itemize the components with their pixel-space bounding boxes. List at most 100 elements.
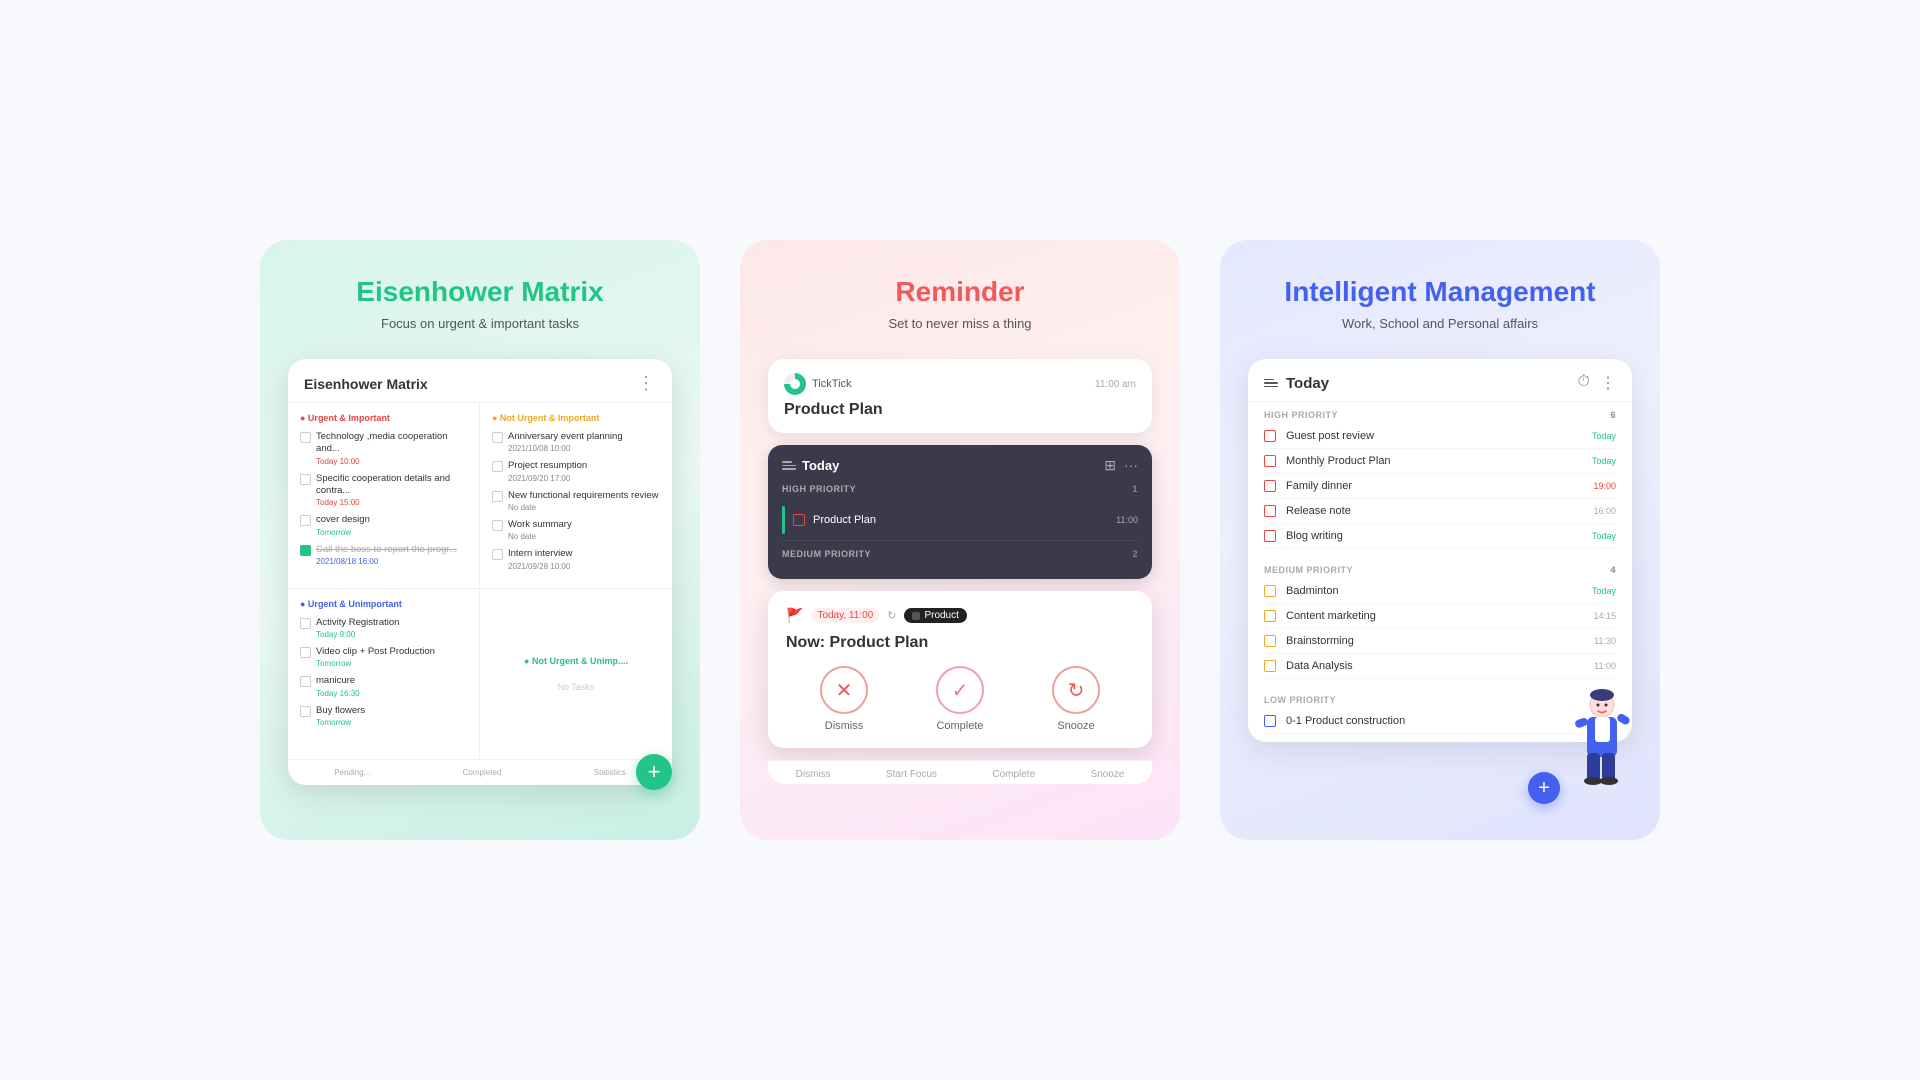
em-task-8: Work summary No date	[492, 519, 660, 541]
q3-label: ● Urgent & Unimportant	[300, 599, 467, 609]
task-date: Tomorrow	[316, 528, 467, 537]
quadrant-not-urgent-important: ● Not Urgent & Important Anniversary eve…	[480, 403, 672, 589]
task-date: No date	[508, 503, 660, 512]
im-task-monthly-product[interactable]: Monthly Product Plan Today	[1264, 449, 1616, 474]
main-container: Eisenhower Matrix Focus on urgent & impo…	[220, 200, 1700, 880]
clock-icon[interactable]: ⏱	[1578, 373, 1590, 393]
task-date: Tomorrow	[316, 659, 467, 668]
task-checkbox[interactable]	[300, 706, 311, 717]
high-priority-section: HIGH PRIORITY 6 Guest post review Today …	[1248, 402, 1632, 557]
task-name: Badminton	[1286, 585, 1582, 597]
task-checkbox[interactable]	[300, 432, 311, 443]
bottom-pending[interactable]: Pending...	[334, 768, 370, 777]
bottom-start-focus[interactable]: Start Focus	[886, 769, 937, 780]
hamburger-icon[interactable]	[782, 461, 796, 470]
task-checkbox[interactable]	[300, 647, 311, 658]
task-checkbox[interactable]	[492, 491, 503, 502]
more-icon[interactable]: ⋮	[1600, 373, 1616, 393]
reminder-stack: TickTick 11:00 am Product Plan Today	[768, 359, 1152, 784]
em-task-9: Intern interview 2021/09/28 10:00	[492, 548, 660, 570]
high-label: HIGH PRIORITY	[1264, 410, 1338, 420]
task-checkbox[interactable]	[300, 676, 311, 687]
card1-title: Eisenhower Matrix	[356, 276, 603, 308]
grid-icon[interactable]: ⊞	[1104, 457, 1116, 474]
complete-action[interactable]: ✓ Complete	[936, 666, 984, 732]
task-checkbox[interactable]	[492, 520, 503, 531]
bottom-actions-bar: Dismiss Start Focus Complete Snooze	[768, 760, 1152, 784]
dismiss-action[interactable]: ✕ Dismiss	[820, 666, 868, 732]
task-checkbox[interactable]	[1264, 660, 1276, 672]
card1-subtitle: Focus on urgent & important tasks	[381, 316, 579, 331]
task-checkbox[interactable]	[1264, 585, 1276, 597]
em-grid: ● Urgent & Important Technology ,media c…	[288, 403, 672, 759]
product-dot	[912, 612, 920, 620]
more-icon[interactable]: ···	[1124, 457, 1138, 474]
task-checkbox[interactable]	[1264, 635, 1276, 647]
em-task-5: Anniversary event planning 2021/10/08 10…	[492, 431, 660, 453]
task-name: Specific cooperation details and contra.…	[316, 473, 467, 498]
high-count: 6	[1610, 410, 1616, 420]
task-checkbox[interactable]	[300, 618, 311, 629]
task-checkbox[interactable]	[1264, 505, 1276, 517]
im-task-guest-post[interactable]: Guest post review Today	[1264, 424, 1616, 449]
low-label: LOW PRIORITY	[1264, 695, 1336, 705]
task-name: Anniversary event planning	[508, 431, 660, 443]
notif-app: TickTick	[784, 373, 852, 395]
snooze-label: Snooze	[1057, 720, 1094, 732]
im-task-badminton[interactable]: Badminton Today	[1264, 579, 1616, 604]
bottom-complete[interactable]: Complete	[992, 769, 1035, 780]
medium-count: 4	[1610, 565, 1616, 575]
task-product-plan[interactable]: Product Plan 11:00	[782, 500, 1138, 541]
hamburger-icon[interactable]	[1264, 379, 1278, 388]
task-checkbox[interactable]	[492, 549, 503, 560]
im-task-content-marketing[interactable]: Content marketing 14:15	[1264, 604, 1616, 629]
complete-circle[interactable]: ✓	[936, 666, 984, 714]
task-time-dark: 11:00	[1116, 515, 1138, 525]
task-name-dark: Product Plan	[813, 514, 1108, 526]
bottom-snooze[interactable]: Snooze	[1090, 769, 1124, 780]
em-task-10: Activity Registration Today 9:00	[300, 617, 467, 639]
im-task-family-dinner[interactable]: Family dinner 19:00	[1264, 474, 1616, 499]
task-checkbox[interactable]	[300, 545, 311, 556]
im-task-release-note[interactable]: Release note 16:00	[1264, 499, 1616, 524]
task-checkbox[interactable]	[492, 432, 503, 443]
task-checkbox[interactable]	[1264, 715, 1276, 727]
task-checkbox[interactable]	[1264, 455, 1276, 467]
dismiss-circle[interactable]: ✕	[820, 666, 868, 714]
more-icon[interactable]: ⋮	[637, 373, 656, 394]
high-priority-section: HIGH PRIORITY 1 Product Plan 11:00	[782, 484, 1138, 541]
task-checkbox[interactable]	[1264, 610, 1276, 622]
task-checkbox[interactable]	[492, 461, 503, 472]
bottom-dismiss[interactable]: Dismiss	[796, 769, 831, 780]
em-task-2: Specific cooperation details and contra.…	[300, 473, 467, 508]
task-checkbox[interactable]	[1264, 430, 1276, 442]
today-dark-card: Today ⊞ ··· HIGH PRIORITY 1 Pr	[768, 445, 1152, 579]
bottom-stats[interactable]: Statistics	[594, 768, 626, 777]
snooze-action[interactable]: ↻ Snooze	[1052, 666, 1100, 732]
bottom-completed[interactable]: Completed	[463, 768, 502, 777]
task-time: Today	[1592, 586, 1616, 596]
alert-popup: 🚩 Today, 11:00 ↻ Product Now: Product Pl…	[768, 591, 1152, 748]
snooze-circle[interactable]: ↻	[1052, 666, 1100, 714]
task-checkbox[interactable]	[1264, 480, 1276, 492]
task-name: Data Analysis	[1286, 660, 1584, 672]
em-task-12: manicure Today 16:30	[300, 675, 467, 697]
task-name: 0-1 Product construction	[1286, 715, 1606, 727]
task-checkbox[interactable]	[300, 515, 311, 526]
im-task-blog-writing[interactable]: Blog writing Today	[1264, 524, 1616, 549]
task-checkbox[interactable]	[793, 514, 805, 526]
task-date: 2021/09/28 10:00	[508, 562, 660, 571]
task-checkbox[interactable]	[1264, 530, 1276, 542]
task-checkbox[interactable]	[300, 474, 311, 485]
im-task-data-analysis[interactable]: Data Analysis 11:00	[1264, 654, 1616, 679]
task-name: Buy flowers	[316, 705, 467, 717]
quadrant-urgent-important: ● Urgent & Important Technology ,media c…	[288, 403, 480, 589]
q1-label: ● Urgent & Important	[300, 413, 467, 423]
im-task-product-construction[interactable]: 0-1 Product construction	[1264, 709, 1616, 734]
em-task-13: Buy flowers Tomorrow	[300, 705, 467, 727]
task-date: 2021/09/20 17:00	[508, 474, 660, 483]
task-time: 11:00	[1594, 661, 1616, 671]
add-task-fab[interactable]: +	[636, 754, 672, 790]
im-task-brainstorming[interactable]: Brainstorming 11:30	[1264, 629, 1616, 654]
add-task-fab[interactable]: +	[1528, 772, 1560, 804]
